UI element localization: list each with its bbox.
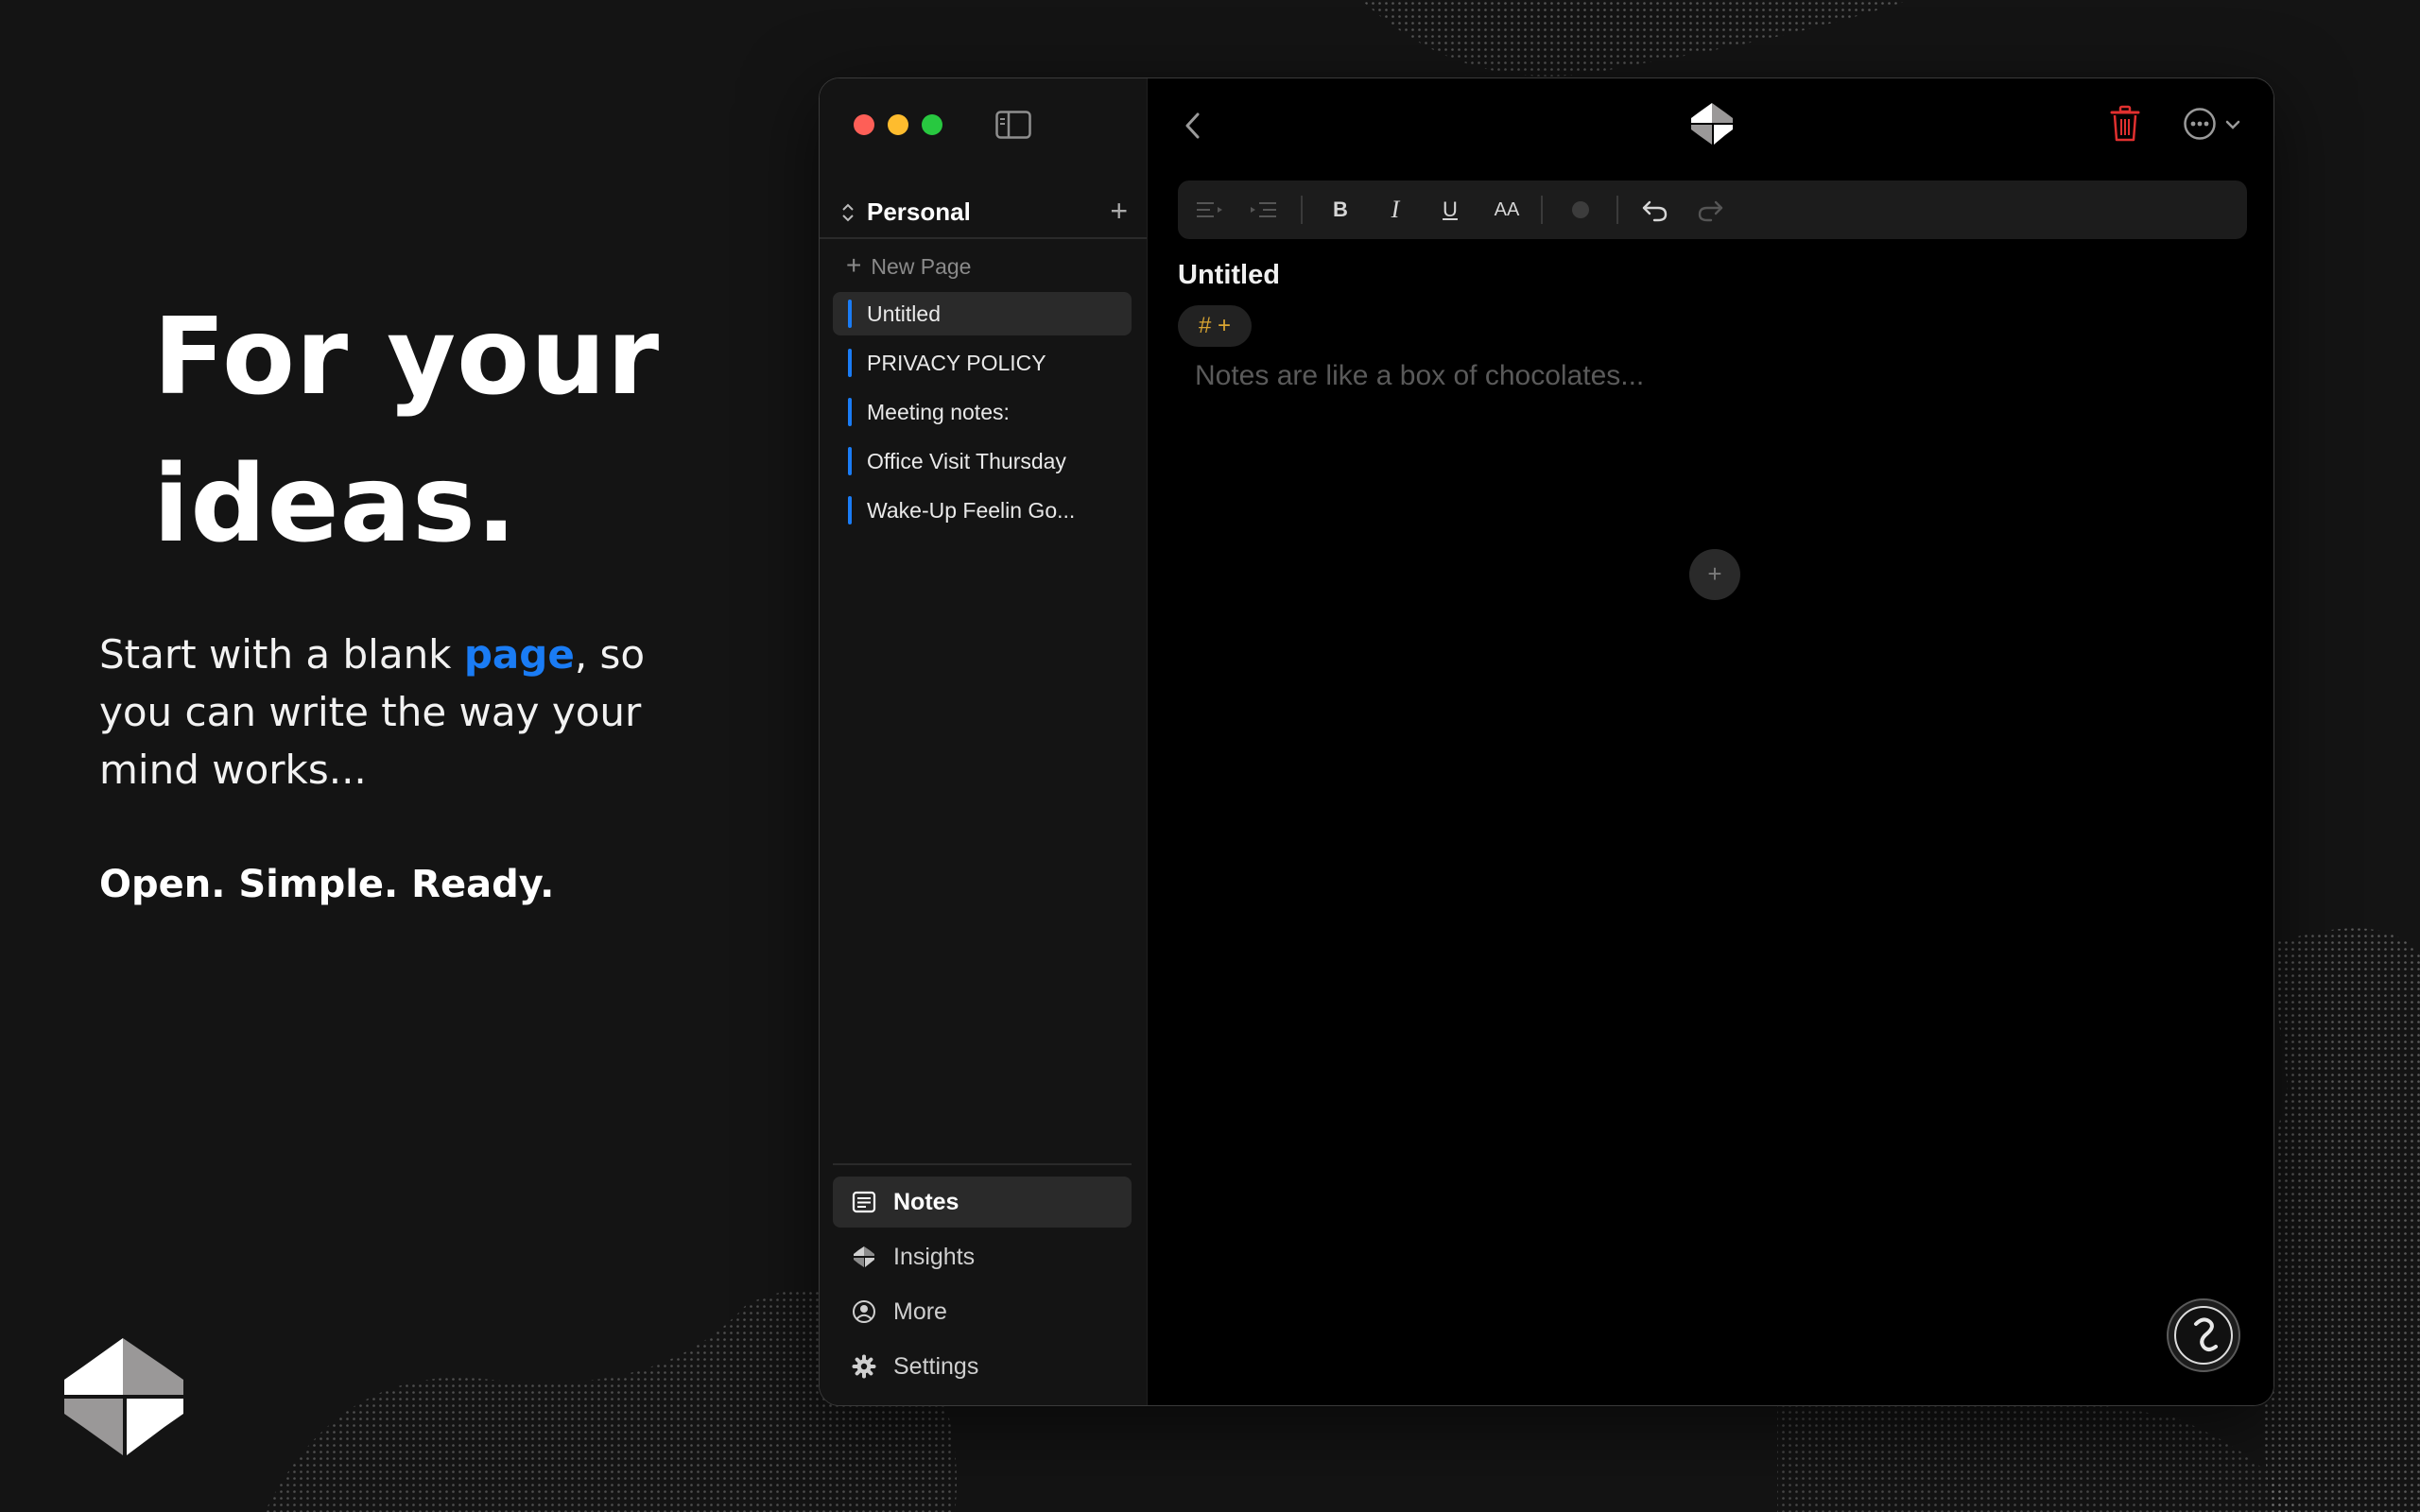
user-circle-icon [853, 1300, 875, 1323]
align-left-icon[interactable] [1193, 194, 1225, 226]
page-color-bar [848, 398, 852, 426]
page-color-bar [848, 300, 852, 328]
page-item[interactable]: Untitled [833, 292, 1132, 335]
nav-label: Insights [893, 1244, 976, 1270]
app-window: Personal + + New Page Untitled PRIVACY PO… [819, 77, 2274, 1406]
page-item[interactable]: PRIVACY POLICY [833, 341, 1132, 385]
insights-icon [854, 1246, 874, 1267]
chevron-up-down-icon [842, 203, 854, 222]
new-page-label: New Page [871, 254, 972, 279]
nav-item-insights[interactable]: Insights [833, 1231, 1132, 1282]
page-item-title: Wake-Up Feelin Go... [867, 498, 1076, 523]
page-item-title: Meeting notes: [867, 400, 1010, 424]
document-title[interactable]: Untitled [1178, 260, 1280, 291]
nav-label: More [893, 1298, 947, 1325]
toolbar-separator [1616, 196, 1618, 224]
chevron-down-icon[interactable] [2224, 118, 2241, 131]
headline-line-2: ideas. [153, 443, 518, 566]
italic-button[interactable]: I [1380, 194, 1410, 226]
add-tag-button[interactable]: # + [1178, 305, 1252, 347]
page-item[interactable]: Wake-Up Feelin Go... [833, 489, 1132, 532]
nav-item-notes[interactable]: Notes [833, 1177, 1132, 1228]
nav-item-settings[interactable]: Settings [833, 1341, 1132, 1392]
brand-logo-icon [64, 1338, 183, 1455]
trash-icon[interactable] [2109, 105, 2141, 143]
toolbar-separator [1301, 196, 1303, 224]
workspace-switcher[interactable]: Personal + [820, 190, 1147, 237]
window-controls [854, 114, 942, 135]
page-item-title: Office Visit Thursday [867, 449, 1066, 473]
assistant-icon[interactable] [2166, 1297, 2241, 1373]
hero-subcopy: Start with a blank page, so you can writ… [99, 626, 666, 799]
sidebar: Personal + + New Page Untitled PRIVACY PO… [820, 78, 1148, 1405]
divider [833, 1163, 1132, 1165]
hero-headline: For your ideas. [153, 284, 683, 578]
add-block-button[interactable]: + [1689, 549, 1740, 600]
color-picker-icon[interactable] [1565, 194, 1596, 226]
nav-label: Settings [893, 1353, 979, 1380]
headline-line-1: For your [153, 296, 661, 419]
add-page-icon[interactable]: + [1110, 194, 1128, 228]
page-item-title: PRIVACY POLICY [867, 351, 1046, 375]
underline-button[interactable]: U [1435, 194, 1465, 226]
formatting-toolbar: B I U AA [1178, 180, 2247, 239]
minimize-window-button[interactable] [888, 114, 908, 135]
page-item-title: Untitled [867, 301, 941, 326]
workspace-name: Personal [867, 198, 971, 226]
editor-area: B I U AA Untitled # + Notes are like a b… [1148, 78, 2273, 1405]
nav-label: Notes [893, 1189, 959, 1215]
sidebar-toggle-icon[interactable] [995, 111, 1031, 139]
undo-icon[interactable] [1639, 194, 1671, 226]
back-icon[interactable] [1182, 109, 1204, 143]
subcopy-accent-word: page [463, 631, 575, 678]
zoom-window-button[interactable] [922, 114, 942, 135]
toolbar-separator [1541, 196, 1543, 224]
new-page-button[interactable]: + New Page [846, 250, 971, 281]
text-size-button[interactable]: AA [1488, 194, 1526, 226]
note-body-input[interactable]: Notes are like a box of chocolates... [1195, 360, 1644, 392]
plus-icon: + [846, 250, 862, 280]
close-window-button[interactable] [854, 114, 874, 135]
bold-button[interactable]: B [1325, 194, 1356, 226]
page-color-bar [848, 349, 852, 377]
page-color-bar [848, 447, 852, 475]
gear-icon [852, 1354, 876, 1379]
notes-icon [852, 1191, 876, 1213]
app-logo-icon [1691, 103, 1733, 145]
page-item[interactable]: Office Visit Thursday [833, 439, 1132, 483]
divider [820, 237, 1147, 239]
subcopy-start: Start with a blank [99, 631, 464, 678]
redo-icon[interactable] [1694, 194, 1726, 226]
page-color-bar [848, 496, 852, 524]
indent-icon[interactable] [1248, 194, 1280, 226]
page-list: Untitled PRIVACY POLICY Meeting notes: O… [833, 292, 1132, 538]
page-item[interactable]: Meeting notes: [833, 390, 1132, 434]
sidebar-nav: Notes Insights More Settings [833, 1177, 1132, 1396]
nav-item-more[interactable]: More [833, 1286, 1132, 1337]
tagline: Open. Simple. Ready. [99, 863, 555, 906]
more-options-icon[interactable] [2183, 107, 2217, 141]
